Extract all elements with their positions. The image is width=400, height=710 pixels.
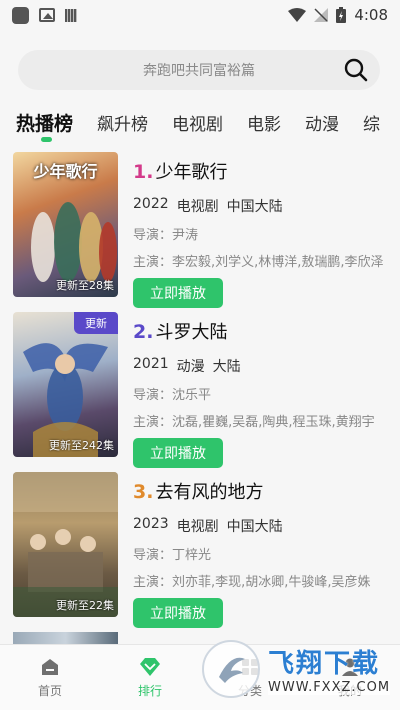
play-now-button[interactable]: 立即播放 bbox=[133, 598, 223, 628]
watermark-en: WWW.FXXZ.COM bbox=[268, 680, 391, 695]
battery-charging-icon bbox=[336, 7, 347, 23]
item-info: 2. 斗罗大陆 2021 动漫 大陆 导演：沈乐平 主演：沈磊,瞿巍,吴磊,陶典… bbox=[133, 318, 386, 468]
item-cast: 主演：刘亦菲,李现,胡冰卿,牛骏峰,吴彦姝 bbox=[133, 575, 371, 590]
item-region: 大陆 bbox=[212, 359, 241, 375]
play-now-button[interactable]: 立即播放 bbox=[133, 438, 223, 468]
item-cast: 主演：李宏毅,刘学义,林博洋,敖瑞鹏,李欣泽 bbox=[133, 255, 384, 270]
item-type: 动漫 bbox=[176, 359, 205, 375]
item-meta: 2022 电视剧 中国大陆 bbox=[133, 196, 386, 216]
item-title-line[interactable]: 3. 去有风的地方 bbox=[133, 478, 386, 504]
play-now-button[interactable]: 立即播放 bbox=[133, 278, 223, 308]
poster-update-label: 更新至22集 bbox=[56, 599, 114, 612]
watermark-cn: 飞翔下载 bbox=[268, 649, 381, 679]
item-meta: 2021 动漫 大陆 bbox=[133, 356, 386, 376]
item-title-line[interactable]: 2. 斗罗大陆 bbox=[133, 318, 386, 344]
rank-number: 2. bbox=[133, 321, 154, 343]
item-year: 2021 bbox=[133, 356, 169, 372]
poster-art bbox=[13, 472, 118, 617]
poster-image[interactable]: 少年歌行 更新至28集 bbox=[13, 152, 118, 297]
watermark: 飞翔下载 WWW.FXXZ.COM bbox=[202, 638, 392, 700]
poster-image[interactable]: 更新 更新至242集 bbox=[13, 312, 118, 457]
tab-movie[interactable]: 电影 bbox=[235, 110, 293, 135]
item-type: 电视剧 bbox=[176, 519, 219, 535]
item-meta: 2023 电视剧 中国大陆 bbox=[133, 516, 386, 536]
poster-update-label: 更新至28集 bbox=[56, 279, 114, 292]
item-title-line[interactable]: 1. 少年歌行 bbox=[133, 158, 386, 184]
poster-update-label: 更新至242集 bbox=[49, 439, 114, 452]
home-icon bbox=[42, 659, 58, 675]
watermark-text: 飞翔下载 WWW.FXXZ.COM bbox=[268, 643, 391, 695]
item-director: 导演：沈乐平 bbox=[133, 388, 212, 403]
ranking-list: 少年歌行 更新至28集 1. 少年歌行 2022 电视剧 中国大陆 导演：尹涛 … bbox=[0, 152, 400, 632]
nav-ranking[interactable]: 排行 bbox=[100, 645, 200, 710]
item-info: 1. 少年歌行 2022 电视剧 中国大陆 导演：尹涛 主演：李宏毅,刘学义,林… bbox=[133, 158, 386, 308]
item-year: 2022 bbox=[133, 196, 169, 212]
item-region: 中国大陆 bbox=[226, 519, 283, 535]
update-badge: 更新 bbox=[74, 312, 118, 334]
rank-number: 1. bbox=[133, 161, 154, 183]
notification-square-icon bbox=[12, 6, 29, 24]
rank-number: 3. bbox=[133, 481, 154, 503]
poster-title: 少年歌行 bbox=[33, 162, 98, 181]
list-item[interactable]: 更新至22集 3. 去有风的地方 2023 电视剧 中国大陆 导演：丁梓光 主演… bbox=[0, 472, 400, 632]
item-type: 电视剧 bbox=[176, 199, 219, 215]
item-cast: 主演：沈磊,瞿巍,吴磊,陶典,程玉珠,黄翔宇 bbox=[133, 415, 375, 430]
item-director: 导演：丁梓光 bbox=[133, 548, 212, 563]
nav-ranking-label: 排行 bbox=[137, 684, 162, 698]
tab-hot[interactable]: 热播榜 bbox=[0, 109, 85, 136]
clock: 4:08 bbox=[354, 6, 388, 24]
item-title[interactable]: 少年歌行 bbox=[155, 158, 227, 184]
ranking-gem-icon bbox=[140, 658, 160, 676]
item-region: 中国大陆 bbox=[226, 199, 283, 215]
list-item[interactable]: 更新 更新至242集 2. 斗罗大陆 2021 动漫 大陆 导演：沈乐平 主演：… bbox=[0, 312, 400, 472]
image-icon bbox=[39, 8, 55, 22]
tab-rising[interactable]: 飙升榜 bbox=[85, 110, 160, 135]
item-title[interactable]: 斗罗大陆 bbox=[155, 318, 227, 344]
category-tabs: 热播榜 飙升榜 电视剧 电影 动漫 综 bbox=[0, 100, 400, 144]
wifi-icon bbox=[288, 8, 307, 22]
item-title[interactable]: 去有风的地方 bbox=[155, 478, 263, 504]
item-director: 导演：尹涛 bbox=[133, 228, 199, 243]
active-tab-indicator bbox=[41, 137, 52, 142]
list-item[interactable]: 少年歌行 更新至28集 1. 少年歌行 2022 电视剧 中国大陆 导演：尹涛 … bbox=[0, 152, 400, 312]
no-signal-icon bbox=[314, 8, 329, 22]
item-info: 3. 去有风的地方 2023 电视剧 中国大陆 导演：丁梓光 主演：刘亦菲,李现… bbox=[133, 478, 386, 628]
status-bar: 4:08 bbox=[0, 0, 400, 30]
tab-variety[interactable]: 综 bbox=[351, 110, 392, 135]
nav-home-label: 首页 bbox=[37, 684, 62, 698]
next-poster-peek bbox=[13, 632, 118, 644]
status-right: 4:08 bbox=[288, 6, 388, 24]
search-icon[interactable] bbox=[344, 58, 368, 82]
status-left bbox=[12, 6, 77, 24]
film-icon bbox=[65, 8, 77, 22]
item-year: 2023 bbox=[133, 516, 169, 532]
tab-anime[interactable]: 动漫 bbox=[293, 110, 351, 135]
poster-image[interactable]: 更新至22集 bbox=[13, 472, 118, 617]
tab-tv-series[interactable]: 电视剧 bbox=[160, 110, 235, 135]
search-bar[interactable]: 奔跑吧共同富裕篇 bbox=[18, 50, 380, 90]
nav-home[interactable]: 首页 bbox=[0, 645, 100, 710]
search-placeholder[interactable]: 奔跑吧共同富裕篇 bbox=[143, 60, 255, 80]
watermark-logo-icon bbox=[202, 640, 260, 698]
